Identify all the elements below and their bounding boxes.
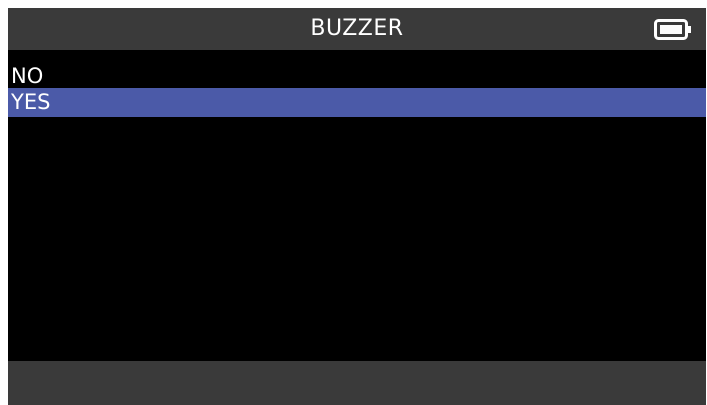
battery-full-icon xyxy=(654,19,691,40)
screen-title: BUZZER xyxy=(310,16,404,41)
header-bar: BUZZER xyxy=(8,8,706,50)
menu-item-no[interactable]: NO xyxy=(8,62,706,91)
menu-list: NO YES xyxy=(8,50,706,361)
menu-item-yes[interactable]: YES xyxy=(8,88,706,117)
footer-bar xyxy=(8,361,706,405)
device-screen: BUZZER NO YES xyxy=(8,8,706,405)
